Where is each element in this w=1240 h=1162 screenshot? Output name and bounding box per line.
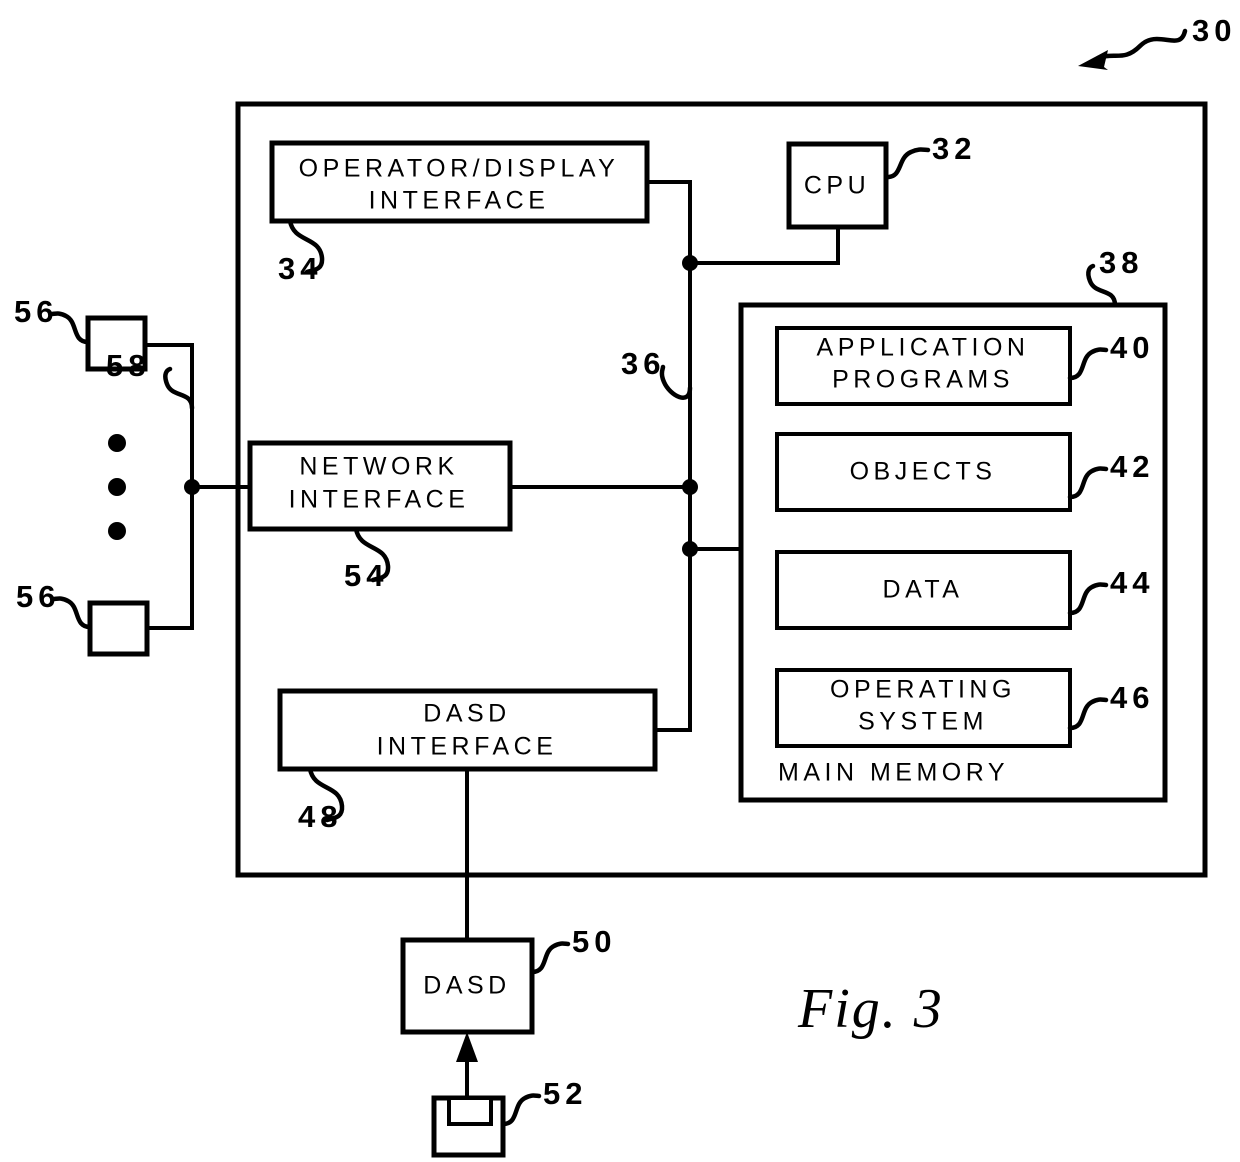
bus-junction-network xyxy=(682,479,698,495)
dasd-interface-label-line2: INTERFACE xyxy=(377,733,558,761)
ref-numeral-50: 50 xyxy=(572,924,616,959)
ref-numeral-44: 44 xyxy=(1110,565,1154,600)
lead-line-52 xyxy=(500,1093,542,1127)
ref-numeral-36: 36 xyxy=(621,346,665,381)
ref-numeral-42: 42 xyxy=(1110,449,1154,484)
operating-system-label-line1: OPERATING xyxy=(830,676,1016,704)
ref-numeral-56-top: 56 xyxy=(14,294,58,329)
ref-numeral-56-bottom: 56 xyxy=(16,579,60,614)
lead-line-58 xyxy=(163,366,195,411)
application-programs-label-line1: APPLICATION xyxy=(817,334,1030,362)
ref-numeral-54: 54 xyxy=(344,558,388,593)
dasd-interface-to-bus-wire xyxy=(653,716,692,732)
dasd-interface-label-line1: DASD xyxy=(423,700,510,728)
operator-display-interface-label-line2: INTERFACE xyxy=(369,187,550,215)
ref-numeral-34: 34 xyxy=(278,251,322,286)
ellipsis-dot-1 xyxy=(108,434,126,452)
ref-numeral-46: 46 xyxy=(1110,680,1154,715)
lead-line-30 xyxy=(1095,28,1188,61)
ref-numeral-48: 48 xyxy=(298,799,342,834)
ref-numeral-32: 32 xyxy=(932,131,976,166)
ref-numeral-40: 40 xyxy=(1110,330,1154,365)
operator-display-interface-label-line1: OPERATOR/DISPLAY xyxy=(299,155,620,183)
data-label: DATA xyxy=(883,576,964,604)
network-interface-label-line1: NETWORK xyxy=(299,453,458,481)
diskette-shutter-icon xyxy=(447,1096,493,1126)
cpu-label: CPU xyxy=(804,172,870,200)
ellipsis-dot-2 xyxy=(108,478,126,496)
bus-junction-main-memory xyxy=(682,541,698,557)
main-memory-label: MAIN MEMORY xyxy=(778,759,1009,787)
lead-line-32 xyxy=(883,147,931,180)
dasd-label: DASD xyxy=(423,972,510,1000)
diskette-arrowhead-icon xyxy=(456,1032,478,1062)
application-programs-label-line2: PROGRAMS xyxy=(832,366,1014,394)
terminal-bottom-box xyxy=(87,600,150,657)
patent-figure: OPERATOR/DISPLAY INTERFACE CPU APPLICATI… xyxy=(0,0,1240,1162)
operating-system-label-line2: SYSTEM xyxy=(858,708,988,736)
ref-numeral-58: 58 xyxy=(106,348,150,383)
lead-line-50 xyxy=(529,941,571,975)
block-diagram-svg: OPERATOR/DISPLAY INTERFACE CPU APPLICATI… xyxy=(14,13,1236,1158)
lead-line-36 xyxy=(659,364,693,400)
ref-numeral-30: 30 xyxy=(1192,13,1236,48)
ref-numeral-38: 38 xyxy=(1099,245,1143,280)
ellipsis-dot-3 xyxy=(108,522,126,540)
figure-caption: Fig. 3 xyxy=(797,978,944,1040)
network-interface-label-line2: INTERFACE xyxy=(289,486,470,514)
cpu-to-bus-wire xyxy=(688,225,840,265)
network-trunk-junction xyxy=(184,479,200,495)
objects-label: OBJECTS xyxy=(850,458,997,486)
ref-numeral-52: 52 xyxy=(543,1076,587,1111)
ref-30-arrowhead-icon xyxy=(1078,50,1108,70)
